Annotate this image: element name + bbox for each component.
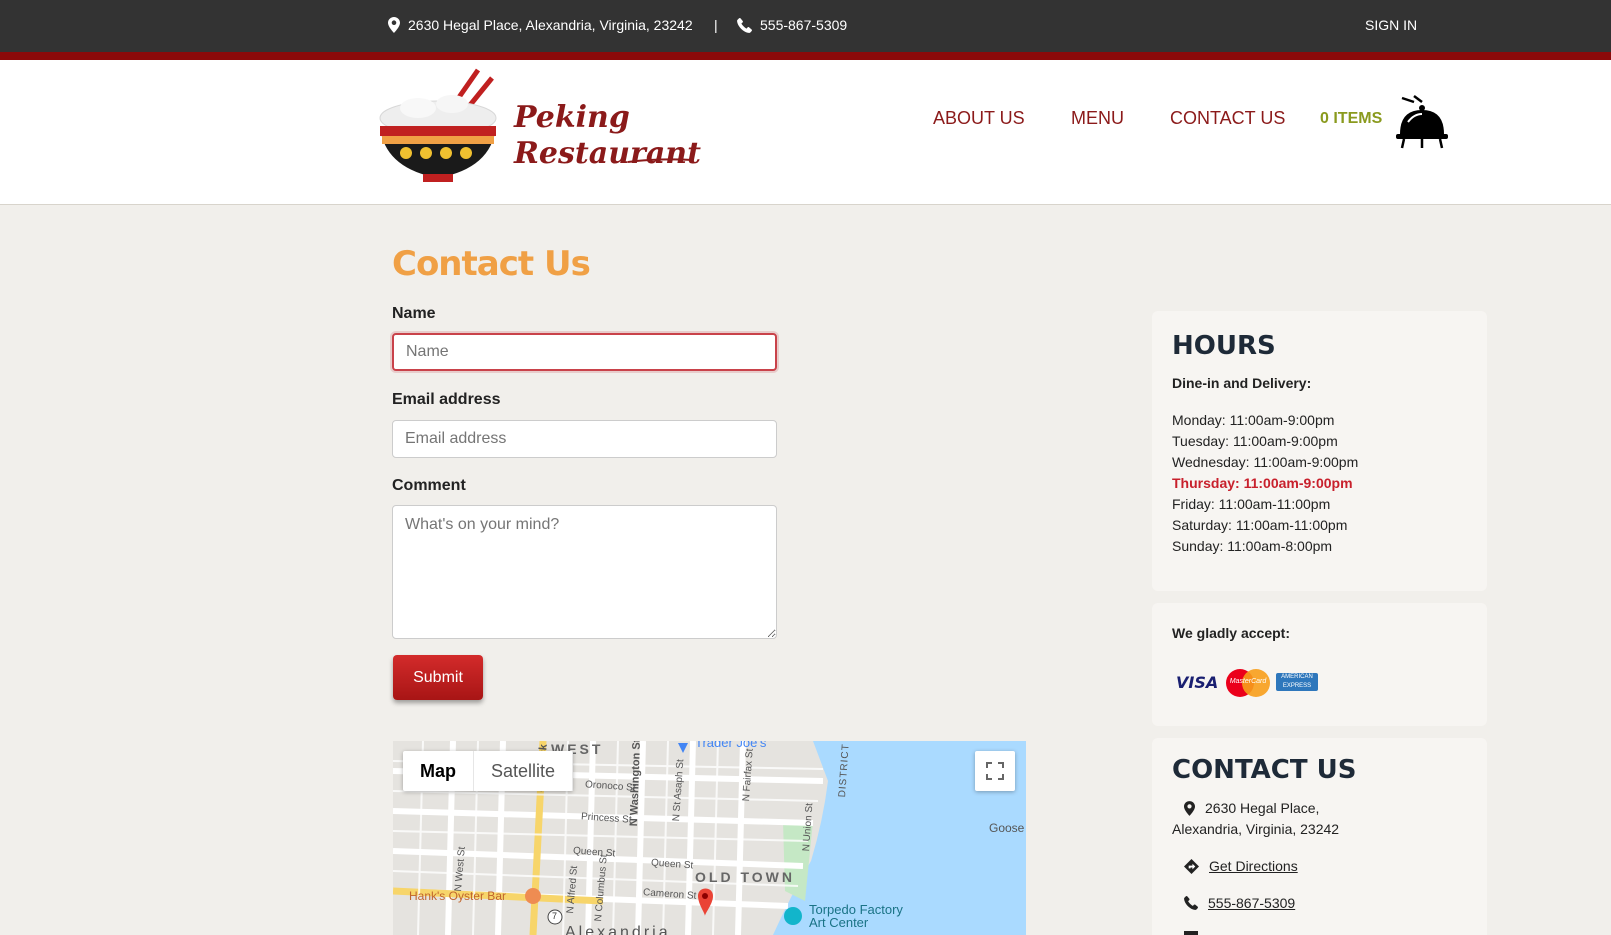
cart-cloche-button[interactable] — [1394, 92, 1450, 155]
museum-poi-icon — [784, 907, 802, 925]
nav-about-us[interactable]: ABOUT US — [933, 108, 1025, 129]
restaurant-poi-icon — [525, 888, 541, 904]
google-map[interactable]: WEST Trader Joe's Oronoco St Princess St… — [393, 741, 1026, 935]
amex-text-1: AMERICAN — [1281, 674, 1313, 680]
sign-in-link[interactable]: SIGN IN — [1365, 17, 1417, 33]
contact-address-line1: 2630 Hegal Place, — [1205, 800, 1320, 816]
mastercard-text: MasterCard — [1229, 678, 1267, 685]
contact-panel: CONTACT US 2630 Hegal Place, Alexandria,… — [1152, 738, 1487, 935]
map-tab-satellite[interactable]: Satellite — [474, 751, 574, 791]
topbar-red-stripe — [0, 52, 1611, 60]
phone-icon — [737, 17, 752, 33]
page-title: Contact Us — [392, 244, 591, 284]
topbar-address-text: 2630 Hegal Place, Alexandria, Virginia, … — [408, 17, 693, 33]
comment-textarea[interactable] — [392, 505, 777, 639]
mastercard-icon: MasterCard — [1226, 669, 1270, 697]
map-tab-map[interactable]: Map — [403, 751, 474, 791]
topbar-address: 2630 Hegal Place, Alexandria, Virginia, … — [388, 17, 693, 33]
name-label: Name — [392, 305, 436, 322]
comment-label: Comment — [392, 477, 466, 494]
amex-card-icon: AMERICAN EXPRESS — [1276, 673, 1318, 691]
contact-phone-link[interactable]: 555-867-5309 — [1208, 895, 1295, 911]
payment-title: We gladly accept: — [1172, 625, 1291, 641]
contact-title: CONTACT US — [1172, 755, 1357, 785]
map-label-goose: Goose — [989, 821, 1025, 835]
contact-directions-row[interactable]: Get Directions — [1184, 858, 1298, 874]
hours-saturday: Saturday: 11:00am-11:00pm — [1172, 517, 1348, 533]
hours-wednesday: Wednesday: 11:00am-9:00pm — [1172, 454, 1359, 470]
hours-friday: Friday: 11:00am-11:00pm — [1172, 496, 1331, 512]
nav-contact-us[interactable]: CONTACT US — [1170, 108, 1285, 129]
map-type-control: Map Satellite — [403, 751, 574, 791]
hours-tuesday: Tuesday: 11:00am-9:00pm — [1172, 433, 1338, 449]
hours-title: HOURS — [1172, 331, 1276, 361]
top-bar: 2630 Hegal Place, Alexandria, Virginia, … — [0, 0, 1611, 52]
topbar-separator: | — [714, 17, 718, 33]
map-label-torpedo-2: Art Center — [809, 915, 869, 930]
email-label: Email address — [392, 391, 501, 408]
logo-text-peking: Peking — [514, 100, 630, 135]
fullscreen-icon — [986, 762, 1004, 780]
food-cloche-icon — [1396, 95, 1448, 149]
map-label-old-town: OLD TOWN — [695, 869, 795, 885]
email-icon — [1184, 931, 1198, 935]
cart-items-count[interactable]: 0 ITEMS — [1320, 110, 1382, 128]
get-directions-link[interactable]: Get Directions — [1209, 858, 1298, 874]
restaurant-logo[interactable]: Peking Restaurant — [378, 68, 701, 186]
contact-address-row: 2630 Hegal Place, — [1184, 800, 1319, 816]
hours-subtitle: Dine-in and Delivery: — [1172, 375, 1312, 391]
map-pin-icon — [1184, 800, 1195, 816]
email-input[interactable] — [392, 420, 777, 458]
hours-sunday: Sunday: 11:00am-8:00pm — [1172, 538, 1333, 554]
hours-thursday-today: Thursday: 11:00am-9:00pm — [1172, 475, 1353, 491]
map-pin-icon — [388, 17, 400, 33]
visa-card-icon: VISA — [1176, 673, 1219, 692]
map-label-route: 7 — [552, 911, 558, 921]
map-label-hanks: Hank's Oyster Bar — [409, 889, 506, 903]
fullscreen-button[interactable] — [975, 751, 1015, 791]
site-header — [0, 60, 1611, 205]
topbar-phone-text[interactable]: 555-867-5309 — [760, 17, 847, 33]
directions-icon — [1184, 858, 1199, 874]
map-label-alexandria: Alexandria — [565, 924, 671, 935]
payment-panel: We gladly accept: VISA MasterCard AMERIC… — [1152, 603, 1487, 726]
phone-icon — [1184, 896, 1198, 910]
hours-panel: HOURS Dine-in and Delivery: Monday: 11:0… — [1152, 311, 1487, 591]
name-input[interactable] — [392, 333, 777, 371]
submit-button[interactable]: Submit — [393, 655, 483, 700]
topbar-phone[interactable]: 555-867-5309 — [737, 17, 847, 33]
logo-brush-stroke — [628, 158, 693, 163]
nav-menu[interactable]: MENU — [1071, 108, 1124, 129]
amex-text-2: EXPRESS — [1282, 683, 1312, 689]
contact-address-line2: Alexandria, Virginia, 23242 — [1172, 821, 1340, 837]
hours-monday: Monday: 11:00am-9:00pm — [1172, 412, 1335, 428]
contact-phone-row[interactable]: 555-867-5309 — [1184, 895, 1295, 911]
